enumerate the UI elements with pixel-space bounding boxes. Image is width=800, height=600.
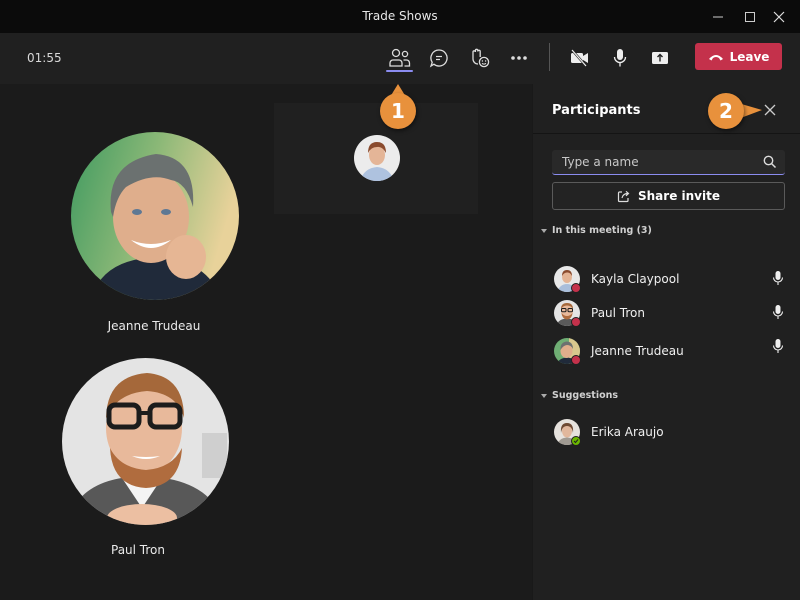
maximize-button[interactable] xyxy=(735,0,765,33)
callout-badge: 1 xyxy=(380,93,416,129)
meeting-timer: 01:55 xyxy=(27,51,62,65)
status-busy-badge xyxy=(571,317,581,327)
participant-row[interactable]: Jeanne Trudeau xyxy=(533,336,800,366)
reactions-button[interactable] xyxy=(465,43,495,73)
search-input[interactable] xyxy=(552,150,752,174)
toolbar-divider xyxy=(549,43,550,71)
participant-row[interactable]: Paul Tron xyxy=(533,298,800,328)
participant-name: Erika Araujo xyxy=(591,425,664,439)
in-meeting-section-header[interactable]: In this meeting (3) xyxy=(541,225,652,236)
people-icon xyxy=(389,48,411,67)
participant-name: Jeanne Trudeau xyxy=(591,344,684,358)
participants-button[interactable] xyxy=(385,43,415,73)
self-avatar xyxy=(354,135,400,181)
leave-button[interactable]: Leave xyxy=(695,43,782,70)
camera-toggle-button[interactable] xyxy=(565,43,595,73)
share-screen-button[interactable] xyxy=(645,43,675,73)
chat-icon xyxy=(429,49,448,68)
share-invite-button[interactable]: Share invite xyxy=(552,182,785,210)
search-icon[interactable] xyxy=(763,155,777,169)
in-meeting-header-label: In this meeting (3) xyxy=(552,225,652,236)
callout-badge: 2 xyxy=(708,93,744,129)
window-title: Trade Shows xyxy=(362,9,438,23)
panel-title: Participants xyxy=(552,103,641,118)
camera-off-icon xyxy=(571,49,588,67)
close-window-button[interactable] xyxy=(764,0,794,33)
status-busy-badge xyxy=(571,355,581,365)
meeting-toolbar: 01:55 Leave xyxy=(0,33,800,84)
avatar-photo-jeanne-trudeau xyxy=(71,132,239,300)
search-participants xyxy=(552,150,785,175)
share-screen-icon xyxy=(652,52,668,64)
hang-up-icon xyxy=(708,54,723,60)
mic-icon xyxy=(772,271,784,285)
raise-hand-icon xyxy=(472,48,490,68)
participants-active-indicator xyxy=(386,70,413,72)
participants-panel: Participants Share invite In this meetin… xyxy=(532,84,800,600)
callout-2: 2 xyxy=(708,93,764,129)
avatar-photo-kayla-claypool xyxy=(354,135,400,181)
mic-icon xyxy=(772,305,784,319)
more-options-button[interactable] xyxy=(504,43,534,73)
mic-toggle-button[interactable] xyxy=(605,43,635,73)
participant-row[interactable]: Kayla Claypool xyxy=(533,264,800,294)
mic-icon xyxy=(613,49,627,67)
title-bar: Trade Shows xyxy=(0,0,800,33)
mic-icon xyxy=(772,339,784,353)
participant-name-label: Paul Tron xyxy=(111,543,165,557)
close-icon xyxy=(773,11,785,22)
caret-down-icon xyxy=(541,393,547,398)
minimize-button[interactable] xyxy=(703,0,733,33)
callout-1: 1 xyxy=(380,84,416,133)
checkmark-icon xyxy=(573,439,579,444)
minimize-icon xyxy=(713,16,723,17)
more-icon xyxy=(511,56,527,60)
status-busy-badge xyxy=(571,283,581,293)
participant-video-paul-tron[interactable] xyxy=(62,358,229,525)
avatar-photo-paul-tron xyxy=(62,358,229,525)
participant-name: Kayla Claypool xyxy=(591,272,680,286)
suggestions-header-label: Suggestions xyxy=(552,390,619,401)
status-available-badge xyxy=(571,436,581,446)
leave-label: Leave xyxy=(729,49,770,64)
suggestions-section-header[interactable]: Suggestions xyxy=(541,390,618,401)
maximize-icon xyxy=(745,11,755,22)
suggestion-row[interactable]: Erika Araujo xyxy=(533,417,800,447)
share-icon xyxy=(617,190,630,203)
close-panel-button[interactable] xyxy=(762,102,778,118)
self-video-tile[interactable] xyxy=(274,103,478,214)
share-invite-label: Share invite xyxy=(638,189,720,203)
close-icon xyxy=(764,104,776,116)
participant-video-jeanne-trudeau[interactable] xyxy=(71,132,239,300)
chat-button[interactable] xyxy=(424,43,454,73)
meeting-stage: Jeanne Trudeau Paul Tron xyxy=(0,84,532,600)
participant-name-label: Jeanne Trudeau xyxy=(107,319,201,333)
participant-name: Paul Tron xyxy=(591,306,645,320)
caret-down-icon xyxy=(541,228,547,233)
